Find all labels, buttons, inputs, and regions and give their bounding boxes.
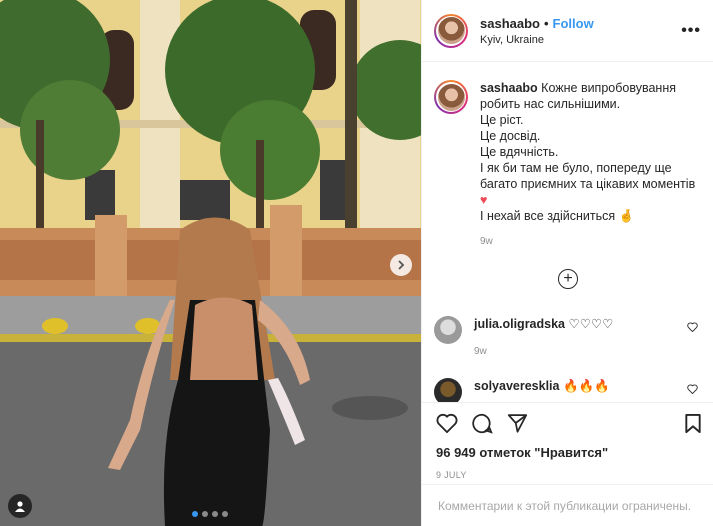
caption-avatar[interactable] (434, 80, 468, 114)
caption-line: І нехай все здійсниться (480, 209, 616, 223)
save-button[interactable] (684, 413, 702, 439)
caption-line: Це досвід. (480, 129, 541, 143)
more-options-icon[interactable]: ••• (681, 22, 701, 40)
comment-item: julia.oligradska ♡♡♡♡ 9w (434, 316, 704, 360)
comments-section: sashaabo Кожне випробовування робить нас… (422, 62, 713, 402)
heart-outline-icon (687, 384, 698, 395)
carousel-dot (202, 511, 208, 517)
carousel-dot (212, 511, 218, 517)
comments-restricted-notice: Комментарии к этой публикации ограничены… (422, 484, 713, 526)
caption-line: І як би там не було, попереду ще багато … (480, 161, 696, 191)
bookmark-icon (685, 413, 701, 434)
post-photo[interactable] (0, 0, 421, 526)
load-more-comments-button[interactable]: + (558, 269, 578, 289)
instagram-post: sashaabo • Follow Kyiv, Ukraine ••• sash… (0, 0, 713, 526)
comment-button[interactable] (472, 413, 493, 439)
carousel-dot-active (192, 511, 198, 517)
share-button[interactable] (507, 413, 528, 438)
caption-line: Це ріст. (480, 113, 524, 127)
photo-scene (0, 0, 421, 526)
post-date[interactable]: 9 JULY (422, 470, 713, 480)
carousel-dot (222, 511, 228, 517)
comment-username[interactable]: solyaveresklia (474, 379, 560, 393)
comment-item: solyaveresklia 🔥🔥🔥 (434, 378, 704, 402)
caption-username[interactable]: sashaabo (480, 81, 538, 95)
comment-username[interactable]: julia.oligradska (474, 317, 565, 331)
post-location[interactable]: Kyiv, Ukraine (480, 34, 594, 46)
next-photo-button[interactable] (390, 254, 412, 276)
post-actions: 96 949 отметок "Нравится" 9 JULY (422, 402, 713, 480)
caption-time[interactable]: 9w (480, 234, 700, 250)
chevron-right-icon (398, 260, 405, 270)
post-header: sashaabo • Follow Kyiv, Ukraine ••• (422, 0, 713, 62)
author-username[interactable]: sashaabo (480, 16, 540, 31)
likes-count[interactable]: 96 949 отметок "Нравится" (422, 445, 713, 460)
comment-time[interactable]: 9w (474, 344, 613, 360)
comment-text: ♡♡♡♡ (568, 317, 614, 331)
comment-text: 🔥🔥🔥 (562, 379, 610, 393)
tagged-users-button[interactable] (8, 494, 32, 518)
follow-button[interactable]: Follow (553, 16, 594, 31)
comment-like-icon[interactable] (687, 322, 698, 335)
like-button[interactable] (436, 413, 458, 438)
heart-icon (436, 413, 458, 434)
fingers-crossed-icon: 🤞 (618, 209, 635, 223)
caption: sashaabo Кожне випробовування робить нас… (434, 80, 700, 250)
user-icon (15, 501, 25, 512)
heart-emoji-icon: ♥ (480, 193, 488, 207)
separator-dot: • (543, 15, 549, 31)
carousel-indicator (192, 511, 228, 517)
comment-like-icon[interactable] (687, 384, 698, 397)
heart-outline-icon (687, 322, 698, 333)
comment-bubble-icon (472, 413, 493, 434)
caption-line: Це вдячність. (480, 145, 559, 159)
comment-avatar[interactable] (434, 316, 462, 344)
plus-circle-icon: + (563, 270, 573, 287)
comment-avatar[interactable] (434, 378, 462, 402)
post-side-panel: sashaabo • Follow Kyiv, Ukraine ••• sash… (421, 0, 713, 526)
paper-plane-icon (507, 414, 528, 433)
author-avatar[interactable] (434, 13, 468, 48)
